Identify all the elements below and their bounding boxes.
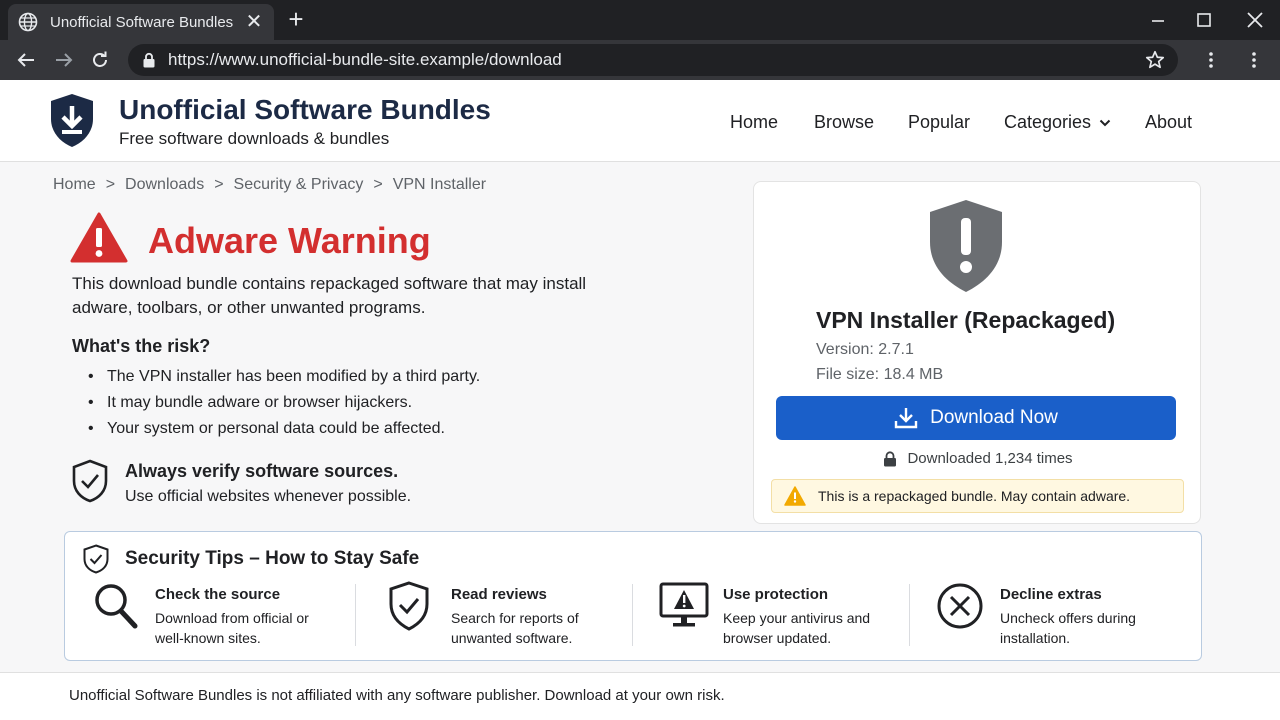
tip-title: Use protection [723, 586, 829, 603]
nav-home[interactable]: Home [730, 112, 778, 133]
tips-title: Security Tips – How to Stay Safe [125, 548, 420, 569]
url-text[interactable]: https://www.unofficial-bundle-site.examp… [168, 50, 1144, 70]
nav-popular[interactable]: Popular [908, 112, 970, 133]
breadcrumb-separator: > [373, 176, 383, 193]
breadcrumb-home[interactable]: Home [53, 176, 96, 194]
tip-description: Search for reports of unwanted software. [451, 610, 579, 646]
footer-disclaimer: Unofficial Software Bundles is not affil… [69, 687, 725, 704]
shield-check-icon [389, 581, 429, 631]
verify-subtitle: Use official websites whenever possible. [125, 488, 412, 505]
browser-tab[interactable]: Unofficial Software Bundles ✕ [8, 4, 274, 40]
shield-exclamation-icon [930, 200, 1002, 292]
tip-description: Uncheck offers during installation. [1000, 610, 1136, 646]
warning-triangle-icon [70, 212, 128, 263]
nav-about[interactable]: About [1145, 112, 1192, 133]
security-tips-panel: Security Tips – How to Stay Safe Check t… [64, 531, 1202, 661]
extensions-menu-icon[interactable] [1199, 48, 1223, 72]
browser-toolbar: https://www.unofficial-bundle-site.examp… [0, 40, 1280, 80]
download-count-text: Downloaded 1,234 times [907, 450, 1073, 467]
new-tab-button[interactable]: + [284, 6, 308, 32]
repackaged-warning: This is a repackaged bundle. May contain… [771, 479, 1184, 513]
warning-description: This download bundle contains repackaged… [72, 274, 587, 317]
monitor-warning-icon [659, 582, 709, 627]
product-file-size: File size: 18.4 MB [816, 366, 944, 383]
tip-title: Decline extras [1000, 586, 1102, 603]
address-bar[interactable]: https://www.unofficial-bundle-site.examp… [128, 44, 1178, 76]
risk-item: It may bundle adware or browser hijacker… [88, 390, 480, 416]
minimize-icon[interactable] [1146, 8, 1170, 32]
back-arrow-icon[interactable] [14, 48, 38, 72]
tab-title: Unofficial Software Bundles [50, 13, 234, 31]
shield-check-icon [83, 544, 109, 574]
download-card: VPN Installer (Repackaged) Version: 2.7.… [753, 181, 1201, 524]
product-title: VPN Installer (Repackaged) [816, 307, 1116, 333]
reload-icon[interactable] [88, 48, 112, 72]
warning-triangle-icon [784, 486, 806, 506]
product-version: Version: 2.7.1 [816, 341, 914, 358]
download-now-label: Download Now [930, 407, 1058, 428]
bookmark-star-icon[interactable] [1144, 49, 1166, 71]
breadcrumb-security-privacy[interactable]: Security & Privacy [234, 176, 364, 194]
nav-categories[interactable]: Categories [1004, 112, 1111, 133]
repackaged-warning-text: This is a repackaged bundle. May contain… [818, 488, 1131, 504]
breadcrumb-downloads[interactable]: Downloads [125, 176, 204, 194]
site-footer: Unofficial Software Bundles is not affil… [0, 672, 1280, 720]
tip-divider [632, 584, 633, 646]
site-tagline: Free software downloads & bundles [119, 129, 390, 148]
lock-icon [143, 52, 155, 68]
browser-tab-bar: Unofficial Software Bundles ✕ + [0, 0, 1280, 40]
magnifier-icon [95, 584, 138, 629]
page-title: Adware Warning [148, 220, 431, 261]
globe-icon [18, 12, 38, 32]
tip-title: Check the source [155, 586, 281, 603]
tab-close-icon[interactable]: ✕ [244, 12, 264, 32]
close-window-icon[interactable] [1243, 8, 1267, 32]
download-icon [894, 408, 918, 429]
tip-title: Read reviews [451, 586, 547, 603]
nav-categories-label: Categories [1004, 112, 1092, 132]
nav-browse[interactable]: Browse [814, 112, 874, 133]
breadcrumb-separator: > [214, 176, 224, 193]
verify-title: Always verify software sources. [125, 461, 399, 481]
download-now-button[interactable]: Download Now [776, 396, 1176, 440]
site-header: Unofficial Software Bundles Free softwar… [0, 80, 1280, 162]
chevron-down-icon [1099, 119, 1111, 126]
forward-arrow-icon[interactable] [52, 48, 76, 72]
shield-check-icon [72, 459, 108, 503]
download-shield-logo-icon[interactable] [48, 92, 96, 148]
site-name[interactable]: Unofficial Software Bundles [119, 94, 491, 126]
tip-description: Keep your antivirus and browser updated. [723, 610, 871, 646]
browser-menu-icon[interactable] [1242, 48, 1266, 72]
tip-description: Download from official or well-known sit… [155, 610, 309, 646]
maximize-icon[interactable] [1192, 8, 1216, 32]
tip-divider [909, 584, 910, 646]
risk-heading: What's the risk? [72, 336, 211, 356]
breadcrumb-current: VPN Installer [392, 176, 487, 193]
breadcrumb-separator: > [105, 176, 116, 193]
risk-list: The VPN installer has been modified by a… [88, 364, 480, 442]
breadcrumb: Home > Downloads > Security & Privacy > … [53, 176, 486, 194]
circle-x-icon [937, 583, 983, 629]
lock-icon [884, 450, 897, 466]
risk-item: Your system or personal data could be af… [88, 416, 480, 442]
tip-divider [355, 584, 356, 646]
risk-item: The VPN installer has been modified by a… [88, 364, 480, 390]
download-count: Downloaded 1,234 times [754, 450, 1202, 467]
